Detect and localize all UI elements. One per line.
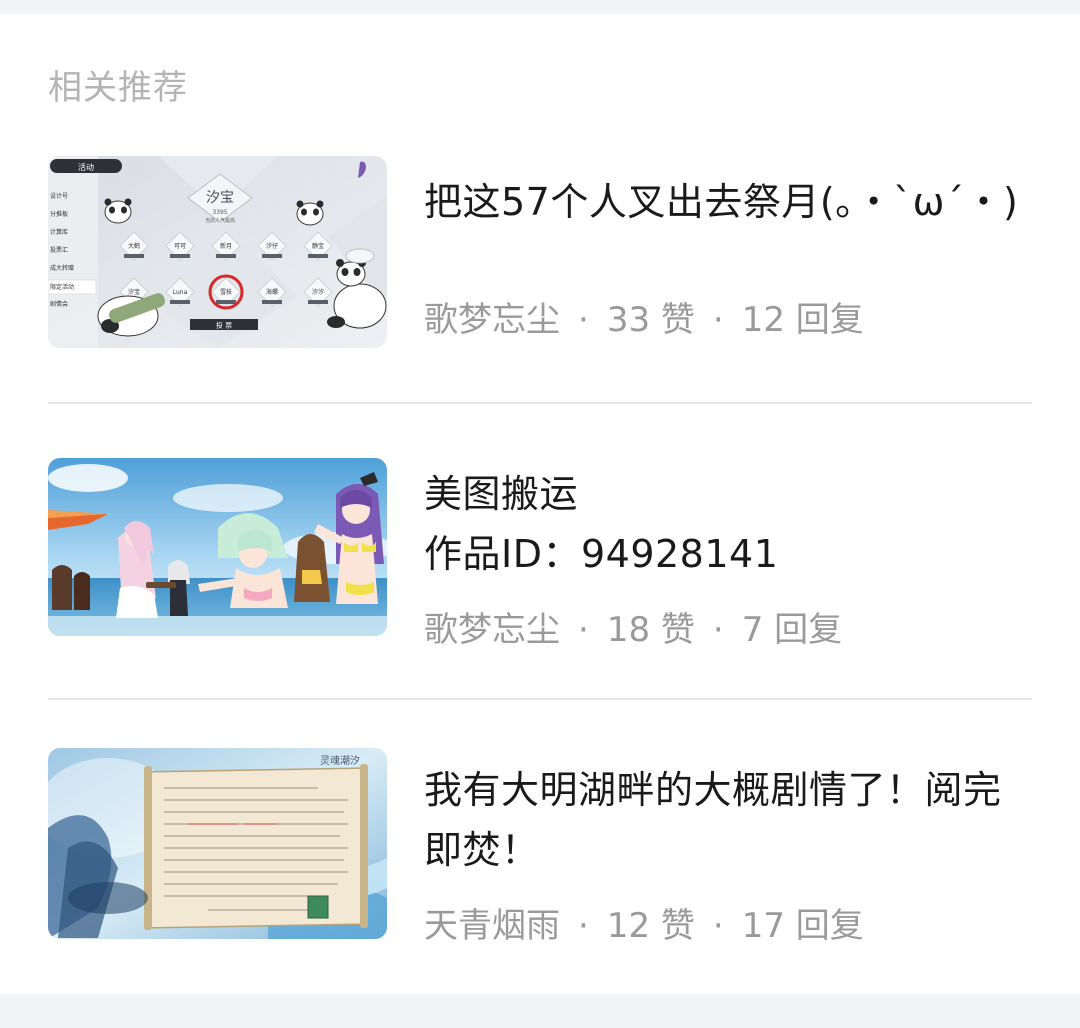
post-item-3[interactable]: 灵魂潮汐 我有大明湖畔的大概剧情了！阅完即焚！ 天青烟雨 · 12 赞 · 17 回复 [48, 748, 1032, 948]
post-replies: 17 回复 [741, 906, 864, 946]
post-thumbnail[interactable]: 活动 设计号 分推板 计算库 投票汇 成大转赠 限定活动 剧情会 汐宝 3395… [48, 156, 387, 348]
meta-separator: · [578, 300, 589, 340]
svg-text:计算库: 计算库 [50, 228, 68, 236]
divider [48, 402, 1032, 404]
thumb-top-tab: 活动 [78, 162, 94, 172]
svg-text:可可: 可可 [174, 243, 186, 250]
svg-text:设计号: 设计号 [50, 192, 68, 200]
post-author[interactable]: 天青烟雨 [424, 906, 560, 946]
svg-text:汐仔: 汐仔 [266, 242, 278, 250]
meta-separator: · [578, 610, 589, 650]
post-title[interactable]: 美图搬运 作品ID：94928141 [424, 464, 1024, 584]
post-author[interactable]: 歌梦忘尘 [424, 300, 560, 340]
game-ui-screenshot-image: 活动 设计号 分推板 计算库 投票汇 成大转赠 限定活动 剧情会 汐宝 3395… [48, 156, 387, 348]
section-title: 相关推荐 [48, 68, 188, 108]
svg-text:3395: 3395 [212, 209, 227, 216]
post-meta: 歌梦忘尘 · 18 赞 · 7 回复 [424, 608, 842, 652]
svg-text:Luna: Luna [173, 289, 188, 296]
panda-illustration [104, 198, 132, 224]
story-letter-artwork-image: 灵魂潮汐 [48, 748, 387, 939]
post-likes: 33 赞 [606, 300, 695, 340]
thumb-logo-text: 灵魂潮汐 [320, 754, 360, 767]
meta-separator: · [712, 610, 724, 650]
svg-text:静宝: 静宝 [312, 242, 324, 250]
anime-beach-artwork-image [48, 458, 387, 636]
thumb-vote-button: 投 票 [216, 321, 232, 330]
svg-text:限定活动: 限定活动 [50, 283, 74, 291]
post-title[interactable]: 我有大明湖畔的大概剧情了！阅完即焚！ [424, 760, 1024, 880]
related-recommendations-panel: 相关推荐 活动 设计号 分推板 计算库 投票汇 成大转赠 限定活动 剧情会 汐宝… [0, 14, 1080, 994]
meta-separator: · [712, 300, 724, 340]
meta-separator: · [712, 906, 724, 946]
post-item-1[interactable]: 活动 设计号 分推板 计算库 投票汇 成大转赠 限定活动 剧情会 汐宝 3395… [48, 156, 1032, 356]
svg-text:汐汐: 汐汐 [312, 288, 324, 296]
svg-text:成大转赠: 成大转赠 [50, 264, 74, 272]
post-author[interactable]: 歌梦忘尘 [424, 610, 560, 650]
thumb-banner: 汐宝 [206, 190, 234, 206]
post-likes: 12 赞 [606, 906, 695, 946]
svg-text:投票汇: 投票汇 [50, 246, 68, 254]
svg-text:大鹤: 大鹤 [128, 242, 140, 250]
post-replies: 7 回复 [741, 610, 843, 650]
svg-text:分推板: 分推板 [50, 210, 68, 218]
meta-separator: · [578, 906, 589, 946]
svg-text:新月: 新月 [220, 242, 232, 250]
svg-text:雪枝: 雪枝 [220, 288, 232, 296]
svg-text:汐宝: 汐宝 [128, 288, 140, 296]
post-title[interactable]: 把这57个人叉出去祭月(。・`ω´・) [424, 172, 1024, 232]
svg-text:当前人气最高: 当前人气最高 [205, 217, 235, 224]
post-thumbnail[interactable]: 灵魂潮汐 [48, 748, 387, 939]
svg-text:剧情会: 剧情会 [50, 300, 68, 308]
post-thumbnail[interactable] [48, 458, 387, 636]
post-likes: 18 赞 [606, 610, 695, 650]
divider [48, 698, 1032, 700]
post-replies: 12 回复 [741, 300, 864, 340]
post-meta: 天青烟雨 · 12 赞 · 17 回复 [424, 904, 864, 948]
post-item-2[interactable]: 美图搬运 作品ID：94928141 歌梦忘尘 · 18 赞 · 7 回复 [48, 458, 1032, 650]
svg-text:海螺: 海螺 [266, 288, 278, 296]
post-meta: 歌梦忘尘 · 33 赞 · 12 回复 [424, 298, 864, 342]
